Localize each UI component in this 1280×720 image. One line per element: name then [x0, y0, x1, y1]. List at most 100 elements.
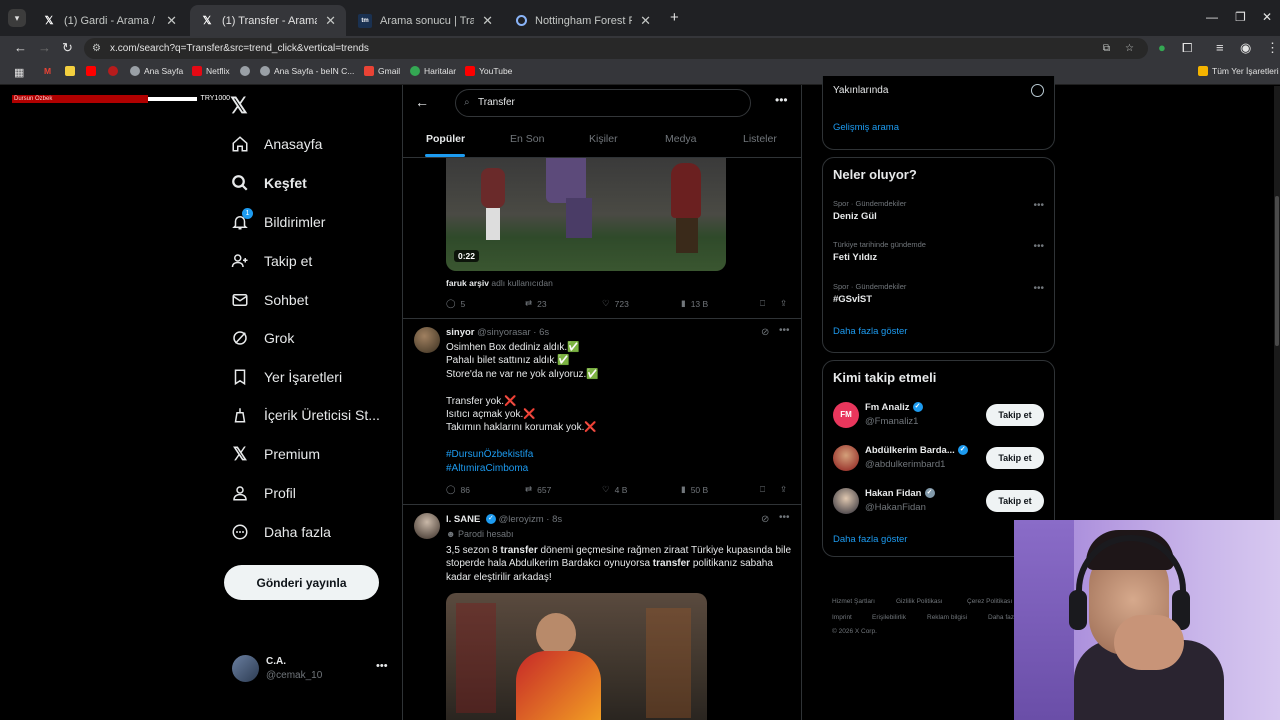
reload-icon[interactable]: ↻: [62, 40, 73, 56]
puzzle-icon[interactable]: ⧠: [1182, 40, 1192, 56]
bookmark-button[interactable]: ⎕: [760, 484, 765, 495]
tab-people[interactable]: Kişiler: [589, 133, 618, 145]
star-icon[interactable]: ☆: [1125, 38, 1134, 59]
close-icon[interactable]: ✕: [482, 13, 493, 29]
suggestion-name[interactable]: Hakan Fidan ✓: [865, 488, 935, 499]
bookmark-netflix[interactable]: Netflix: [192, 66, 230, 76]
forward-icon[interactable]: →: [38, 40, 51, 55]
close-icon[interactable]: ✕: [166, 13, 177, 29]
nav-home[interactable]: Anasayfa: [230, 126, 322, 162]
avatar[interactable]: FM: [833, 402, 859, 428]
suggestion-name[interactable]: Abdülkerim Barda... ✓: [865, 445, 968, 456]
bookmark-youtube[interactable]: YouTube: [465, 66, 512, 76]
restore-icon[interactable]: ❐: [1235, 10, 1246, 24]
bookmark-button[interactable]: ⎕: [760, 298, 765, 309]
media-icon[interactable]: ≡: [1216, 40, 1224, 55]
bookmark-red-icon[interactable]: [108, 66, 118, 76]
nav-explore[interactable]: Keşfet: [230, 165, 307, 201]
like-button[interactable]: ♡ 723: [602, 298, 629, 309]
browser-tab-active[interactable]: 𝕏 (1) Transfer - Arama / X ✕: [190, 5, 346, 36]
location-radio[interactable]: [1031, 84, 1044, 97]
follow-button[interactable]: Takip et: [986, 490, 1044, 512]
x-logo-icon[interactable]: 𝕏: [230, 93, 248, 119]
window-close-icon[interactable]: ✕: [1262, 10, 1272, 24]
all-bookmarks[interactable]: Tüm Yer İşaretleri: [1198, 66, 1279, 76]
footer-link[interactable]: Erişilebilirlik: [872, 614, 906, 621]
show-more-follow-link[interactable]: Daha fazla göster: [833, 534, 907, 545]
footer-link[interactable]: Imprint: [832, 614, 852, 621]
account-switcher[interactable]: C.A. @cemak_10 •••: [230, 652, 395, 686]
close-icon[interactable]: ✕: [640, 13, 651, 29]
nav-grok[interactable]: Grok: [230, 320, 294, 356]
like-button[interactable]: ♡ 4 B: [602, 484, 627, 495]
views-button[interactable]: ▮ 13 B: [681, 298, 708, 309]
close-icon[interactable]: ✕: [325, 13, 336, 29]
back-arrow-icon[interactable]: ←: [415, 94, 429, 110]
tab-media[interactable]: Medya: [665, 133, 697, 145]
site-info-icon[interactable]: ⚙: [92, 38, 101, 59]
trend-more-icon[interactable]: •••: [1033, 283, 1044, 294]
nav-creator-studio[interactable]: İçerik Üreticisi St...: [230, 397, 380, 433]
trend-more-icon[interactable]: •••: [1033, 241, 1044, 252]
search-input[interactable]: ⌕ Transfer: [455, 89, 751, 117]
bookmark-anasayfa-bein[interactable]: Ana Sayfa - beIN C...: [260, 66, 354, 76]
tweet-more-icon[interactable]: •••: [779, 512, 790, 523]
browser-tab[interactable]: 𝕏 (1) Gardi - Arama / X ✕: [32, 5, 187, 36]
back-icon[interactable]: ←: [14, 40, 27, 55]
post-button[interactable]: Gönderi yayınla: [224, 565, 379, 600]
bookmark-yellow-icon[interactable]: [65, 66, 75, 76]
follow-button[interactable]: Takip et: [986, 447, 1044, 469]
nav-bookmarks[interactable]: Yer İşaretleri: [230, 359, 342, 395]
tab-search-button[interactable]: ▾: [8, 9, 26, 27]
new-tab-icon[interactable]: +: [670, 9, 679, 26]
advanced-search-link[interactable]: Gelişmiş arama: [833, 122, 899, 133]
browser-tab[interactable]: tm Arama sonucu | Transfermarkt ✕: [348, 5, 503, 36]
footer-link[interactable]: Reklam bilgisi: [927, 614, 967, 621]
bookmark-maps[interactable]: Haritalar: [410, 66, 456, 76]
share-button[interactable]: ⇪: [780, 484, 787, 495]
bookmark-youtube-icon[interactable]: [86, 66, 96, 76]
browser-tab[interactable]: Nottingham Forest FC - Google ✕: [506, 5, 661, 36]
tweet[interactable]: 0:22 faruk arşiv adlı kullanıcıdan ◯ 5 ⇄ 2…: [403, 158, 801, 319]
grok-icon[interactable]: ⊘: [761, 514, 769, 525]
views-button[interactable]: ▮ 50 B: [681, 484, 708, 495]
bookmark-gmail[interactable]: Gmail: [364, 66, 400, 76]
search-options-icon[interactable]: •••: [775, 93, 788, 107]
avatar[interactable]: [833, 488, 859, 514]
nav-messages[interactable]: Sohbet: [230, 282, 308, 318]
nav-more[interactable]: Daha fazla: [230, 514, 331, 550]
menu-icon[interactable]: ⋮: [1266, 40, 1279, 56]
nav-follow[interactable]: Takip et: [230, 243, 312, 279]
tweet-image[interactable]: [446, 593, 707, 720]
avatar[interactable]: [414, 327, 440, 353]
tweet-video[interactable]: 0:22: [446, 158, 726, 271]
tweet[interactable]: I. SANE ✓ @leroyizm · 8s ⊘ ••• ☻ Parodi …: [403, 505, 801, 720]
tweet-more-icon[interactable]: •••: [779, 325, 790, 336]
install-icon[interactable]: ⧉: [1103, 38, 1110, 59]
share-button[interactable]: ⇪: [780, 298, 787, 309]
bookmark-anasayfa[interactable]: Ana Sayfa: [130, 66, 183, 76]
apps-icon[interactable]: ▦: [14, 66, 24, 79]
retweet-button[interactable]: ⇄ 657: [525, 484, 551, 495]
nav-premium[interactable]: 𝕏 Premium: [230, 436, 320, 472]
extension-icon[interactable]: ●: [1158, 40, 1166, 55]
hashtag-link[interactable]: #DursunÖzbekistifa: [446, 448, 786, 461]
footer-link[interactable]: Çerez Politikası: [967, 598, 1012, 605]
avatar[interactable]: [833, 445, 859, 471]
trend-item[interactable]: Feti Yıldız: [833, 252, 877, 263]
tweet[interactable]: sinyor @sinyorasar · 6s ⊘ ••• Osimhen Bo…: [403, 319, 801, 505]
retweet-button[interactable]: ⇄ 23: [525, 298, 547, 309]
footer-link[interactable]: Hizmet Şartları: [832, 598, 875, 605]
hashtag-link[interactable]: #AltımiraCimboma: [446, 462, 786, 475]
gmail-icon[interactable]: M: [44, 66, 51, 76]
nav-profile[interactable]: Profil: [230, 475, 296, 511]
trend-item[interactable]: #GSvİST: [833, 294, 872, 305]
reply-button[interactable]: ◯ 5: [446, 298, 465, 309]
url-bar[interactable]: ⚙ x.com/search?q=Transfer&src=trend_clic…: [84, 38, 1148, 59]
scrollbar-thumb[interactable]: [1275, 196, 1279, 346]
avatar[interactable]: [414, 513, 440, 539]
account-more-icon[interactable]: •••: [376, 660, 388, 672]
trend-item[interactable]: Deniz Gül: [833, 211, 877, 222]
show-more-trends-link[interactable]: Daha fazla göster: [833, 326, 907, 337]
nav-notifications[interactable]: 1 Bildirimler: [230, 204, 325, 240]
